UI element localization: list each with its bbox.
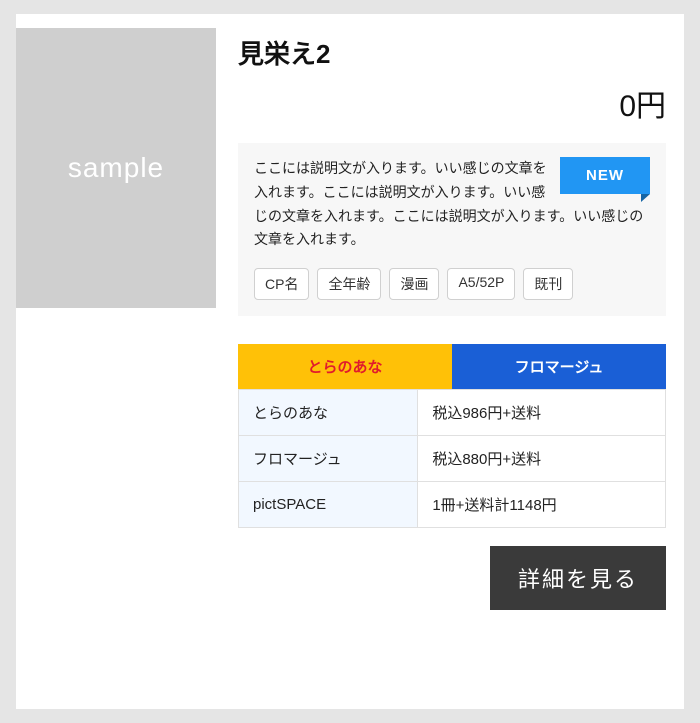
- cta-row: 詳細を見る: [238, 546, 666, 610]
- price-cell: 税込880円+送料: [418, 436, 666, 482]
- tag-item[interactable]: A5/52P: [447, 268, 515, 300]
- tab-fromage[interactable]: フロマージュ: [452, 344, 666, 389]
- vendor-cell: フロマージュ: [239, 436, 418, 482]
- vendor-tabs: とらのあな フロマージュ: [238, 344, 666, 389]
- thumbnail-placeholder-text: sample: [68, 152, 164, 184]
- tag-list: CP名 全年齢 漫画 A5/52P 既刊: [254, 268, 650, 300]
- table-row: とらのあな 税込986円+送料: [239, 390, 666, 436]
- tag-item[interactable]: 漫画: [389, 268, 439, 300]
- new-badge: NEW: [560, 157, 650, 194]
- tag-item[interactable]: CP名: [254, 268, 309, 300]
- price-cell: 税込986円+送料: [418, 390, 666, 436]
- badge-fold-icon: [641, 194, 650, 202]
- tag-item[interactable]: 全年齢: [317, 268, 381, 300]
- tag-item[interactable]: 既刊: [523, 268, 573, 300]
- product-title: 見栄え2: [238, 34, 666, 71]
- product-main: 見栄え2 0円 NEW ここには説明文が入ります。いい感じの文章を入れます。ここ…: [216, 28, 666, 610]
- new-badge-wrap: NEW: [560, 157, 650, 194]
- description-box: NEW ここには説明文が入ります。いい感じの文章を入れます。ここには説明文が入り…: [238, 143, 666, 316]
- price-cell: 1冊+送料計1148円: [418, 482, 666, 528]
- tab-toranoana[interactable]: とらのあな: [238, 344, 452, 389]
- product-price: 0円: [238, 81, 666, 125]
- product-thumbnail: sample: [16, 28, 216, 308]
- table-row: pictSPACE 1冊+送料計1148円: [239, 482, 666, 528]
- vendor-cell: pictSPACE: [239, 482, 418, 528]
- table-row: フロマージュ 税込880円+送料: [239, 436, 666, 482]
- price-table: とらのあな 税込986円+送料 フロマージュ 税込880円+送料 pictSPA…: [238, 389, 666, 528]
- vendor-cell: とらのあな: [239, 390, 418, 436]
- product-card: sample 見栄え2 0円 NEW ここには説明文が入ります。いい感じの文章を…: [16, 14, 684, 709]
- detail-button[interactable]: 詳細を見る: [490, 546, 666, 610]
